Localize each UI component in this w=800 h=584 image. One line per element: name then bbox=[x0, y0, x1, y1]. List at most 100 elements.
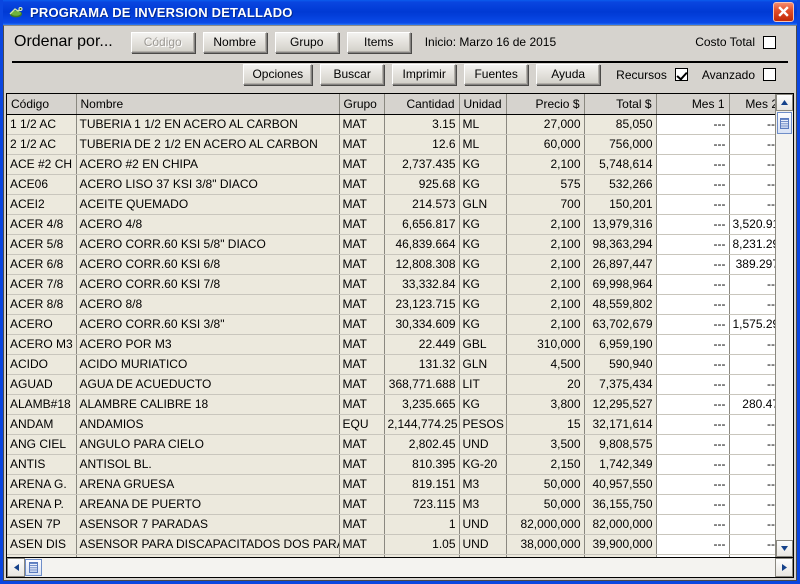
cell-grupo[interactable]: MAT bbox=[339, 234, 385, 255]
column-header-unidad[interactable]: Unidad bbox=[459, 94, 507, 115]
cell-total[interactable]: 52,626,304 bbox=[584, 554, 657, 557]
cell-cantidad[interactable]: 23,123.715 bbox=[384, 294, 460, 315]
horizontal-scrollbar-track[interactable] bbox=[42, 558, 775, 577]
cell-mes-2[interactable]: --- bbox=[729, 494, 775, 515]
cell-cantidad[interactable]: 46,839.664 bbox=[384, 234, 460, 255]
cell-nombre[interactable]: TUBERIA 1 1/2 EN ACERO AL CARBON bbox=[76, 114, 340, 135]
sort-button-nombre[interactable]: Nombre bbox=[202, 31, 267, 53]
column-header-nombre[interactable]: Nombre bbox=[76, 94, 340, 115]
cell-mes-1[interactable]: --- bbox=[656, 554, 730, 557]
cell-unidad[interactable]: UND bbox=[459, 434, 507, 455]
sort-button-items[interactable]: Items bbox=[346, 31, 411, 53]
cell-cantidad[interactable]: 6,656.817 bbox=[384, 214, 460, 235]
table-row[interactable]: ACEI2 ACEITE QUEMADO MAT 214.573 GLN 700 150,2… bbox=[7, 194, 775, 215]
cell-c-digo[interactable]: ACE #2 CH bbox=[7, 154, 77, 175]
cell-unidad[interactable]: GLN bbox=[459, 354, 507, 375]
cell-c-digo[interactable]: ANTIS bbox=[7, 454, 77, 475]
horizontal-scrollbar[interactable] bbox=[7, 557, 793, 577]
cell-precio[interactable]: 38,000,000 bbox=[506, 534, 585, 555]
table-row[interactable]: ASEN DIS ASENSOR PARA DISCAPACITADOS DOS … bbox=[7, 534, 775, 555]
cell-unidad[interactable]: GLN bbox=[459, 194, 507, 215]
cell-cantidad[interactable]: 723.115 bbox=[384, 494, 460, 515]
cell-c-digo[interactable]: ACER 4/8 bbox=[7, 214, 77, 235]
cell-grupo[interactable]: MAT bbox=[339, 534, 385, 555]
cell-mes-2[interactable]: --- bbox=[729, 374, 775, 395]
cell-cantidad[interactable]: 819.151 bbox=[384, 474, 460, 495]
cell-c-digo[interactable]: ACER 6/8 bbox=[7, 254, 77, 275]
table-row[interactable]: ARENA P. AREANA DE PUERTO MAT 723.115 M3 50,0… bbox=[7, 494, 775, 515]
cell-grupo[interactable]: MAT bbox=[339, 334, 385, 355]
cell-grupo[interactable]: MAT bbox=[339, 494, 385, 515]
cell-cantidad[interactable]: 1,644.572 bbox=[384, 554, 460, 557]
table-row[interactable]: ACER 5/8 ACERO CORR.60 KSI 5/8" DIACO MAT 4… bbox=[7, 234, 775, 255]
cell-total[interactable]: 63,702,679 bbox=[584, 314, 657, 335]
column-header-mes-1[interactable]: Mes 1 bbox=[656, 94, 730, 115]
cell-total[interactable]: 36,155,750 bbox=[584, 494, 657, 515]
cell-c-digo[interactable]: ANDAM bbox=[7, 414, 77, 435]
table-row[interactable]: ACER 7/8 ACERO CORR.60 KSI 7/8 MAT 33,332.8… bbox=[7, 274, 775, 295]
cell-unidad[interactable]: ML bbox=[459, 114, 507, 135]
cell-unidad[interactable]: KG bbox=[459, 234, 507, 255]
cell-mes-1[interactable]: --- bbox=[656, 514, 730, 535]
cell-cantidad[interactable]: 2,144,774.25 bbox=[384, 414, 460, 435]
cell-grupo[interactable]: MAT bbox=[339, 454, 385, 475]
cell-total[interactable]: 32,171,614 bbox=[584, 414, 657, 435]
action-button-ayuda[interactable]: Ayuda bbox=[536, 64, 601, 85]
cell-total[interactable]: 150,201 bbox=[584, 194, 657, 215]
cell-c-digo[interactable]: 2 1/2 AC bbox=[7, 134, 77, 155]
cell-total[interactable]: 7,375,434 bbox=[584, 374, 657, 395]
cell-nombre[interactable]: ACEITE QUEMADO bbox=[76, 194, 340, 215]
cell-mes-1[interactable]: --- bbox=[656, 334, 730, 355]
cell-mes-2[interactable]: --- bbox=[729, 454, 775, 475]
cell-total[interactable]: 85,050 bbox=[584, 114, 657, 135]
cell-c-digo[interactable]: ACIDO bbox=[7, 354, 77, 375]
cell-grupo[interactable]: MAT bbox=[339, 194, 385, 215]
cell-cantidad[interactable]: 33,332.84 bbox=[384, 274, 460, 295]
cell-mes-2[interactable]: --- bbox=[729, 514, 775, 535]
cell-mes-2[interactable]: 3,520.915 bbox=[729, 214, 775, 235]
action-button-opciones[interactable]: Opciones bbox=[243, 64, 313, 85]
cell-cantidad[interactable]: 30,334.609 bbox=[384, 314, 460, 335]
cell-c-digo[interactable]: ACE06 bbox=[7, 174, 77, 195]
cell-unidad[interactable]: KG bbox=[459, 174, 507, 195]
vertical-scrollbar[interactable] bbox=[775, 94, 793, 557]
cell-grupo[interactable]: MAT bbox=[339, 434, 385, 455]
cell-c-digo[interactable]: ACER 7/8 bbox=[7, 274, 77, 295]
cell-c-digo[interactable]: ACEI2 bbox=[7, 194, 77, 215]
cell-nombre[interactable]: ANGULO PARA CIELO bbox=[76, 434, 340, 455]
cell-precio[interactable]: 700 bbox=[506, 194, 585, 215]
cell-mes-1[interactable]: --- bbox=[656, 534, 730, 555]
action-button-fuentes[interactable]: Fuentes bbox=[464, 64, 529, 85]
cell-precio[interactable]: 60,000 bbox=[506, 134, 585, 155]
cell-mes-1[interactable]: --- bbox=[656, 354, 730, 375]
cell-mes-1[interactable]: --- bbox=[656, 134, 730, 155]
cell-unidad[interactable]: KG bbox=[459, 254, 507, 275]
cell-nombre[interactable]: ACERO LISO 37 KSI 3/8" DIACO bbox=[76, 174, 340, 195]
cell-mes-2[interactable]: --- bbox=[729, 294, 775, 315]
cell-c-digo[interactable]: ACERO bbox=[7, 314, 77, 335]
cell-cantidad[interactable]: 368,771.688 bbox=[384, 374, 460, 395]
cell-nombre[interactable]: ACERO CORR.60 KSI 6/8 bbox=[76, 254, 340, 275]
cell-cantidad[interactable]: 3,235.665 bbox=[384, 394, 460, 415]
cell-c-digo[interactable]: AYU 1 OB bbox=[7, 554, 77, 557]
cell-mes-2[interactable]: 280.47 bbox=[729, 394, 775, 415]
cell-grupo[interactable]: MAT bbox=[339, 294, 385, 315]
cell-mes-1[interactable]: --- bbox=[656, 434, 730, 455]
action-button-imprimir[interactable]: Imprimir bbox=[392, 64, 457, 85]
cell-c-digo[interactable]: 1 1/2 AC bbox=[7, 114, 77, 135]
cell-precio[interactable]: 3,500 bbox=[506, 434, 585, 455]
table-row[interactable]: ACERO M3 ACERO POR M3 MAT 22.449 GBL 310,000 6… bbox=[7, 334, 775, 355]
cell-nombre[interactable]: ACERO #2 EN CHIPA bbox=[76, 154, 340, 175]
table-row[interactable]: ACER 4/8 ACERO 4/8 MAT 6,656.817 KG 2,100 13,9… bbox=[7, 214, 775, 235]
cell-mes-2[interactable]: --- bbox=[729, 114, 775, 135]
cell-precio[interactable]: 32,000 bbox=[506, 554, 585, 557]
cell-mes-1[interactable]: --- bbox=[656, 294, 730, 315]
cell-grupo[interactable]: MAT bbox=[339, 134, 385, 155]
cell-nombre[interactable]: ANDAMIOS bbox=[76, 414, 340, 435]
cell-mes-1[interactable]: --- bbox=[656, 414, 730, 435]
cell-grupo[interactable]: EQU bbox=[339, 414, 385, 435]
cell-grupo[interactable]: MAT bbox=[339, 474, 385, 495]
cell-c-digo[interactable]: AGUAD bbox=[7, 374, 77, 395]
cell-total[interactable]: 6,959,190 bbox=[584, 334, 657, 355]
cell-unidad[interactable]: KG bbox=[459, 274, 507, 295]
